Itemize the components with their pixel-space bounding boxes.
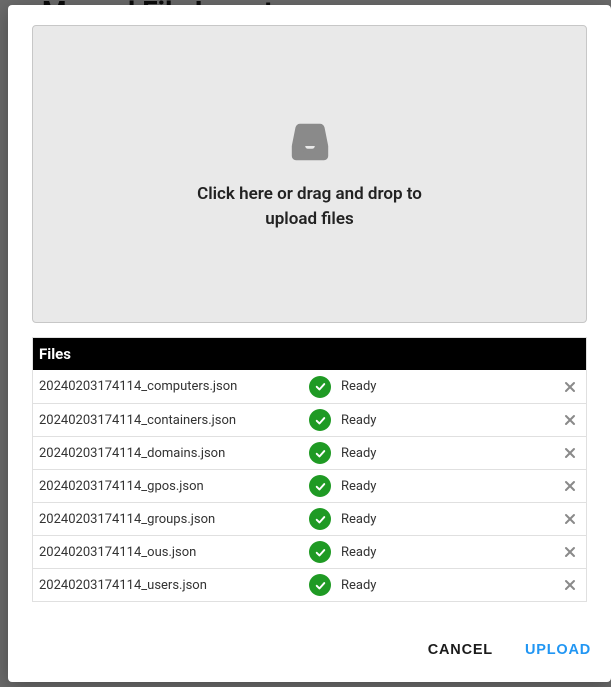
file-status-label: Ready — [341, 446, 376, 461]
table-row: 20240203174114_gpos.json Ready — [33, 469, 586, 502]
check-circle-icon — [309, 442, 331, 464]
inbox-icon — [286, 116, 334, 160]
table-row: 20240203174114_users.json Ready — [33, 568, 586, 601]
files-table-header: Files — [33, 338, 586, 370]
check-circle-icon — [309, 574, 331, 596]
file-status-label: Ready — [341, 379, 376, 394]
remove-file-button[interactable] — [560, 410, 580, 430]
remove-file-button[interactable] — [560, 509, 580, 529]
file-status-label: Ready — [341, 578, 376, 593]
table-row: 20240203174114_ous.json Ready — [33, 535, 586, 568]
upload-button[interactable]: UPLOAD — [523, 636, 593, 664]
file-name: 20240203174114_groups.json — [39, 512, 309, 527]
dialog-body: Click here or drag and drop to upload fi… — [8, 5, 611, 622]
file-status-label: Ready — [341, 479, 376, 494]
file-status: Ready — [309, 409, 560, 431]
file-name: 20240203174114_domains.json — [39, 446, 309, 461]
file-name: 20240203174114_computers.json — [39, 379, 309, 394]
remove-file-button[interactable] — [560, 575, 580, 595]
remove-file-button[interactable] — [560, 542, 580, 562]
file-status-label: Ready — [341, 413, 376, 428]
file-ingest-dialog: Click here or drag and drop to upload fi… — [8, 5, 611, 682]
file-name: 20240203174114_ous.json — [39, 545, 309, 560]
table-row: 20240203174114_domains.json Ready — [33, 436, 586, 469]
file-name: 20240203174114_gpos.json — [39, 479, 309, 494]
file-status: Ready — [309, 442, 560, 464]
cancel-button[interactable]: CANCEL — [426, 636, 495, 664]
check-circle-icon — [309, 376, 331, 398]
remove-file-button[interactable] — [560, 476, 580, 496]
file-status: Ready — [309, 541, 560, 563]
check-circle-icon — [309, 508, 331, 530]
remove-file-button[interactable] — [560, 377, 580, 397]
file-status: Ready — [309, 475, 560, 497]
file-name: 20240203174114_users.json — [39, 578, 309, 593]
remove-file-button[interactable] — [560, 443, 580, 463]
check-circle-icon — [309, 541, 331, 563]
file-status: Ready — [309, 508, 560, 530]
file-status: Ready — [309, 376, 560, 398]
table-row: 20240203174114_computers.json Ready — [33, 370, 586, 403]
check-circle-icon — [309, 475, 331, 497]
file-name: 20240203174114_containers.json — [39, 413, 309, 428]
dialog-actions: CANCEL UPLOAD — [8, 622, 611, 682]
file-status: Ready — [309, 574, 560, 596]
file-status-label: Ready — [341, 512, 376, 527]
upload-dropzone[interactable]: Click here or drag and drop to upload fi… — [32, 25, 587, 323]
files-table: Files 20240203174114_computers.json Ready… — [32, 337, 587, 602]
check-circle-icon — [309, 409, 331, 431]
table-row: 20240203174114_groups.json Ready — [33, 502, 586, 535]
table-row: 20240203174114_containers.json Ready — [33, 403, 586, 436]
file-status-label: Ready — [341, 545, 376, 560]
dropzone-instruction-text: Click here or drag and drop to upload fi… — [180, 182, 440, 231]
